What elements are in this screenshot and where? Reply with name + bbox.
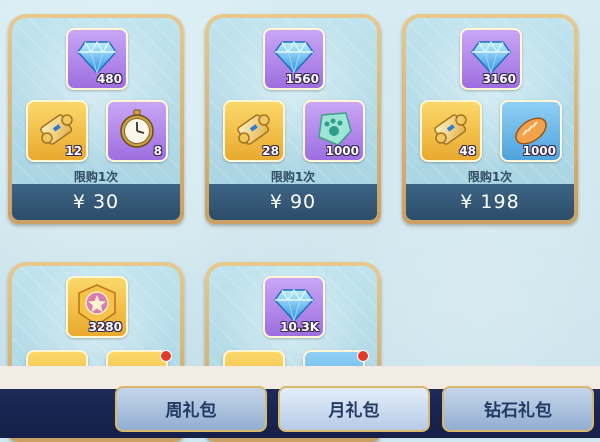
- item-slot-diamond[interactable]: 1560: [263, 28, 325, 90]
- notification-dot: [160, 350, 172, 362]
- nav-decoration: [235, 366, 365, 388]
- paw-crystal-icon: [314, 109, 354, 149]
- tab-weekly-pack[interactable]: 周礼包: [115, 386, 267, 432]
- price-button[interactable]: ¥ 30: [12, 184, 180, 220]
- item-slot-pocket-watch[interactable]: 8: [106, 100, 168, 162]
- item-quantity: 8: [153, 144, 162, 158]
- item-quantity: 3280: [88, 320, 122, 334]
- item-slot-diamond[interactable]: 3160: [460, 28, 522, 90]
- gift-pack-card-1[interactable]: 480 12 8 限购1次 ¥ 30: [8, 14, 184, 224]
- item-slot-diamond[interactable]: 10.3K: [263, 276, 325, 338]
- purchase-limit-label: 限购1次: [270, 170, 316, 184]
- item-slot-paw-crystal[interactable]: 1000: [303, 100, 365, 162]
- price-button[interactable]: ¥ 90: [209, 184, 377, 220]
- item-slot-star-badge[interactable]: 3280: [66, 276, 128, 338]
- item-quantity: 480: [96, 72, 122, 86]
- item-quantity: 3160: [482, 72, 516, 86]
- gift-pack-card-3[interactable]: 3160 48 1000 限购1次 ¥ 198: [402, 14, 578, 224]
- item-quantity: 10.3K: [280, 320, 319, 334]
- item-quantity: 1000: [522, 144, 556, 158]
- nav-decoration: [0, 366, 130, 388]
- price-button[interactable]: ¥ 198: [406, 184, 574, 220]
- scroll-icon: [431, 109, 471, 149]
- item-quantity: 28: [262, 144, 279, 158]
- card-body: 1560 28 1000 限购1次 ¥ 90: [209, 18, 377, 220]
- gift-pack-card-2[interactable]: 1560 28 1000 限购1次 ¥ 90: [205, 14, 381, 224]
- item-slot-scroll[interactable]: 48: [420, 100, 482, 162]
- card-body: 480 12 8 限购1次 ¥ 30: [12, 18, 180, 220]
- scroll-icon: [37, 109, 77, 149]
- nav-decoration: [470, 366, 600, 388]
- item-quantity: 1560: [285, 72, 319, 86]
- scroll-icon: [234, 109, 274, 149]
- tab-monthly-pack[interactable]: 月礼包: [278, 386, 430, 432]
- item-quantity: 1000: [325, 144, 359, 158]
- item-quantity: 12: [65, 144, 82, 158]
- tab-diamond-pack[interactable]: 钻石礼包: [442, 386, 594, 432]
- item-slot-diamond[interactable]: 480: [66, 28, 128, 90]
- pocket-watch-icon: [117, 109, 157, 149]
- purchase-limit-label: 限购1次: [467, 170, 513, 184]
- notification-dot: [357, 350, 369, 362]
- item-quantity: 48: [459, 144, 476, 158]
- diamond-icon: [471, 40, 511, 74]
- purchase-limit-label: 限购1次: [73, 170, 119, 184]
- card-body: 3160 48 1000 限购1次 ¥ 198: [406, 18, 574, 220]
- diamond-icon: [274, 40, 314, 74]
- item-slot-scroll[interactable]: 12: [26, 100, 88, 162]
- item-slot-scroll[interactable]: 28: [223, 100, 285, 162]
- diamond-icon: [77, 40, 117, 74]
- item-slot-bread[interactable]: 1000: [500, 100, 562, 162]
- diamond-icon: [274, 288, 314, 322]
- bread-icon: [511, 109, 551, 149]
